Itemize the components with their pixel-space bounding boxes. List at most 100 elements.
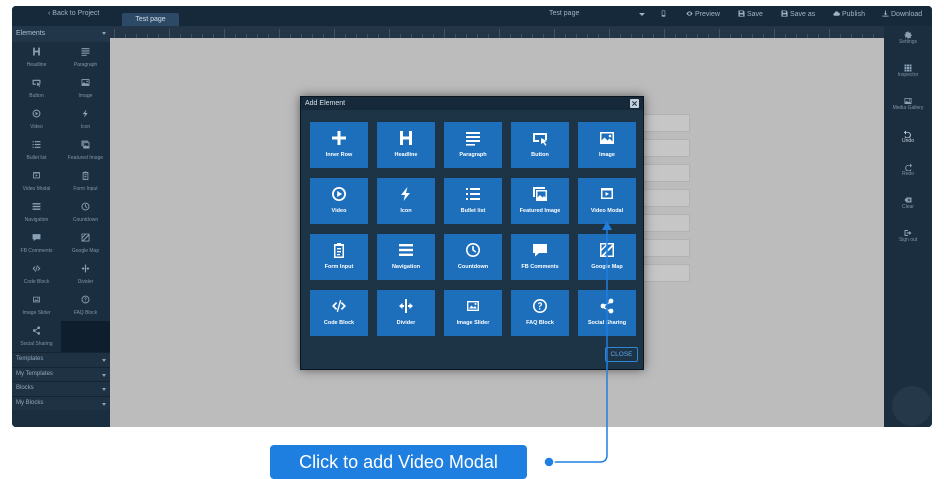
slider-icon (444, 298, 502, 316)
video-icon (12, 109, 61, 121)
tool-headline[interactable]: Headline (12, 42, 61, 73)
tile-bullet-list[interactable]: Bullet list (444, 178, 502, 224)
tile-image[interactable]: Image (578, 122, 636, 168)
image-icon (61, 78, 110, 90)
tool-label: FB Comments (20, 248, 53, 254)
tool-paragraph[interactable]: Paragraph (61, 42, 110, 73)
tile-social-sharing[interactable]: Social Sharing (578, 290, 636, 336)
tool-video-modal[interactable]: Video Modal (12, 166, 61, 197)
settings-button[interactable]: Settings (884, 31, 932, 59)
redo-button[interactable]: Redo (884, 163, 932, 191)
tool-bullet-list[interactable]: Bullet list (12, 135, 61, 166)
download-button[interactable]: Download (882, 10, 922, 18)
save-button[interactable]: Save (738, 10, 763, 18)
tool-image-slider[interactable]: Image Slider (12, 290, 61, 321)
paragraph-icon (444, 130, 502, 148)
tool-label: Headline (26, 62, 47, 68)
chat-bubble-button[interactable] (892, 386, 932, 426)
tile-countdown[interactable]: Countdown (444, 234, 502, 280)
tool-button[interactable]: Button (12, 73, 61, 104)
navigation-icon (12, 202, 61, 214)
page-select[interactable]: Test page (549, 10, 649, 22)
gear-icon (904, 31, 912, 39)
tile-label: Video (331, 208, 347, 214)
tool-divider[interactable]: Divider (61, 259, 110, 290)
save-as-label: Save as (790, 11, 816, 18)
headline-icon (12, 47, 61, 59)
faq-icon (511, 298, 569, 316)
tool-label: Divider (77, 279, 94, 285)
tile-divider[interactable]: Divider (377, 290, 435, 336)
publish-label: Publish (842, 11, 865, 18)
top-toolbar: ‹ Back to Project Test page Test page Pr… (12, 6, 932, 27)
tile-form-input[interactable]: Form Input (310, 234, 368, 280)
preview-button[interactable]: Preview (686, 10, 720, 18)
tile-video[interactable]: Video (310, 178, 368, 224)
tile-inner-row[interactable]: Inner Row (310, 122, 368, 168)
code-icon (12, 264, 61, 276)
video-modal-icon (578, 186, 636, 204)
media-gallery-button[interactable]: Media Gallery (884, 97, 932, 125)
headline-icon (377, 130, 435, 148)
right-sidebar-label: Undo (902, 138, 914, 144)
download-icon (882, 10, 889, 17)
bullet-list-icon (12, 140, 61, 152)
tool-faq-block[interactable]: FAQ Block (61, 290, 110, 321)
modal-close-button[interactable] (630, 99, 639, 108)
tool-label: Code Block (23, 279, 50, 285)
tile-label: Icon (400, 208, 412, 214)
tile-featured-image[interactable]: Featured Image (511, 178, 569, 224)
blocks-section[interactable]: Blocks (12, 381, 110, 396)
right-sidebar-label: Settings (898, 39, 918, 45)
tile-video-modal[interactable]: Video Modal (578, 178, 636, 224)
tool-navigation[interactable]: Navigation (12, 197, 61, 228)
tool-countdown[interactable]: Countdown (61, 197, 110, 228)
tab-test-page[interactable]: Test page (122, 13, 179, 27)
close-button[interactable]: CLOSE (605, 347, 638, 362)
tile-button[interactable]: Button (511, 122, 569, 168)
tile-paragraph[interactable]: Paragraph (444, 122, 502, 168)
undo-icon (904, 130, 912, 138)
annotation-callout: Click to add Video Modal (270, 445, 527, 479)
tool-featured-image[interactable]: Featured Image (61, 135, 110, 166)
inspector-button[interactable]: Inspector (884, 64, 932, 92)
tile-fb-comments[interactable]: FB Comments (511, 234, 569, 280)
tool-google-map[interactable]: Google Map (61, 228, 110, 259)
tile-icon[interactable]: Icon (377, 178, 435, 224)
tool-fb-comments[interactable]: FB Comments (12, 228, 61, 259)
right-sidebar-label: Media Gallery (892, 105, 924, 111)
tile-headline[interactable]: Headline (377, 122, 435, 168)
tool-icon[interactable]: Icon (61, 104, 110, 135)
tool-label: Bullet list (26, 155, 47, 161)
my-blocks-section[interactable]: My Blocks (12, 395, 110, 410)
countdown-icon (444, 242, 502, 260)
tile-code-block[interactable]: Code Block (310, 290, 368, 336)
right-sidebar-label: Sign out (898, 237, 918, 243)
sign-out-button[interactable]: Sign out (884, 229, 932, 257)
templates-section[interactable]: Templates (12, 352, 110, 367)
back-to-project-button[interactable]: ‹ Back to Project (48, 10, 99, 17)
tool-form-input[interactable]: Form Input (61, 166, 110, 197)
undo-button[interactable]: Undo (884, 130, 932, 158)
save-as-button[interactable]: Save as (781, 10, 815, 18)
my-templates-section[interactable]: My Templates (12, 366, 110, 381)
clear-button[interactable]: Clear (884, 196, 932, 224)
tile-navigation[interactable]: Navigation (377, 234, 435, 280)
tool-label: Paragraph (73, 62, 98, 68)
mobile-view-button[interactable] (660, 10, 669, 18)
tool-video[interactable]: Video (12, 104, 61, 135)
tool-social-sharing[interactable]: Social Sharing (12, 321, 61, 352)
tile-faq-block[interactable]: FAQ Block (511, 290, 569, 336)
countdown-icon (61, 202, 110, 214)
tile-google-map[interactable]: Google Map (578, 234, 636, 280)
tool-code-block[interactable]: Code Block (12, 259, 61, 290)
publish-button[interactable]: Publish (833, 10, 865, 18)
close-icon (630, 99, 639, 108)
tool-image[interactable]: Image (61, 73, 110, 104)
tile-image-slider[interactable]: Image Slider (444, 290, 502, 336)
divider-icon (61, 264, 110, 276)
tile-label: Divider (396, 320, 416, 326)
tool-label: Icon (80, 124, 91, 130)
elements-panel-header[interactable]: Elements (12, 26, 110, 42)
cloud-icon (833, 10, 840, 17)
